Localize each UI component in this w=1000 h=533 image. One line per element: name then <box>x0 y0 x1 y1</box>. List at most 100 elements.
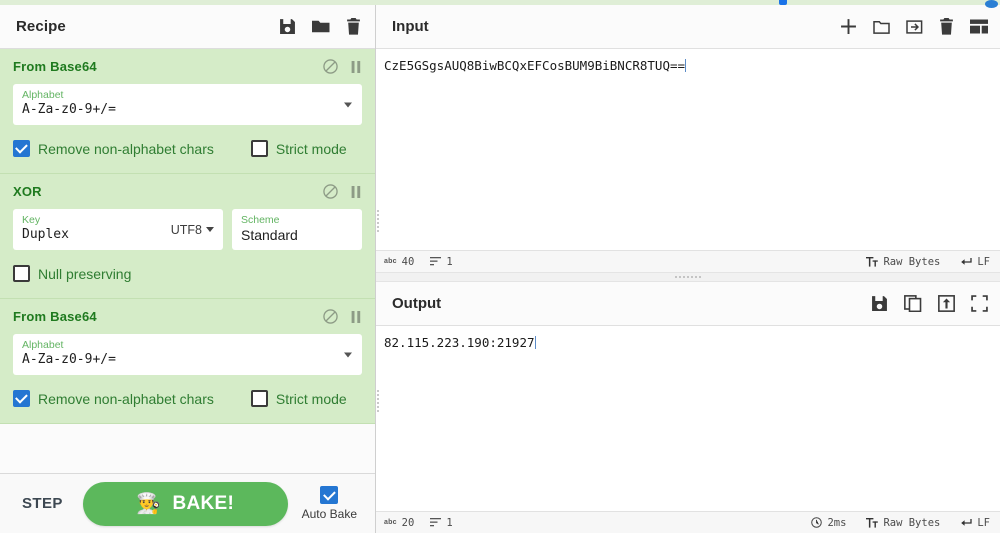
checkbox-label: Remove non-alphabet chars <box>38 140 214 157</box>
alphabet-value: A-Za-z0-9+/= <box>22 102 116 117</box>
input-status-bar: abc 40 1 Raw Bytes LF <box>376 250 1000 272</box>
pause-breakpoint-icon[interactable] <box>350 60 362 74</box>
clear-input-icon[interactable] <box>939 18 954 35</box>
operation-title: From Base64 <box>13 309 97 324</box>
alphabet-label: Alphabet <box>22 89 64 101</box>
output-title-bar: Output <box>376 282 1000 326</box>
partial-blue-marker-left <box>779 0 787 5</box>
chevron-down-icon[interactable] <box>344 102 352 107</box>
operation-controls <box>323 184 362 199</box>
output-line-ending-group[interactable]: LF <box>960 517 990 529</box>
operation-controls <box>323 309 362 324</box>
disable-operation-icon[interactable] <box>323 309 338 324</box>
null-preserving-checkbox[interactable]: Null preserving <box>13 265 131 282</box>
output-encoding-group[interactable]: Raw Bytes <box>866 517 940 529</box>
output-title: Output <box>392 295 442 312</box>
bake-button-label: BAKE! <box>172 492 235 514</box>
step-button[interactable]: STEP <box>16 491 69 516</box>
input-lines-group: 1 <box>430 256 453 268</box>
input-encoding-value: Raw Bytes <box>883 255 941 268</box>
open-folder-icon[interactable] <box>873 19 890 35</box>
input-encoding-group[interactable]: Raw Bytes <box>866 256 940 268</box>
remove-non-alphabet-chars-checkbox[interactable]: Remove non-alphabet chars <box>13 390 214 407</box>
key-encoding-dropdown[interactable]: UTF8 <box>171 223 214 237</box>
open-file-icon[interactable] <box>906 19 923 35</box>
input-line-ending-group[interactable]: LF <box>960 256 990 268</box>
key-encoding-label: UTF8 <box>170 222 202 237</box>
output-lines-group: 1 <box>430 517 453 529</box>
checkbox-checked-icon[interactable] <box>13 390 30 407</box>
recipe-title: Recipe <box>16 18 66 35</box>
add-input-tab-icon[interactable] <box>840 18 857 35</box>
output-status-right: 2ms Raw Bytes LF <box>811 517 990 529</box>
auto-bake-label: Auto Bake <box>301 507 357 521</box>
checkbox-unchecked-icon[interactable] <box>13 265 30 282</box>
input-title: Input <box>392 18 429 35</box>
recipe-operation[interactable]: From Base64 Alphabet A-Za-z0-9+/= Remove… <box>0 49 375 174</box>
io-pane: Input CzE5GSgsAUQ8BiwBCQxEFCosBUM9BiBNCR… <box>376 0 1000 533</box>
input-length-group: abc 40 <box>384 256 414 268</box>
auto-bake-toggle[interactable]: Auto Bake <box>302 486 359 521</box>
input-status-right: Raw Bytes LF <box>866 256 990 268</box>
return-icon <box>961 518 972 526</box>
abc-icon: abc <box>384 519 397 526</box>
clock-icon <box>811 517 823 528</box>
alphabet-select[interactable]: Alphabet A-Za-z0-9+/= <box>13 334 362 375</box>
alphabet-select[interactable]: Alphabet A-Za-z0-9+/= <box>13 84 362 125</box>
top-cutoff-strip <box>0 0 1000 8</box>
clear-recipe-icon[interactable] <box>346 18 361 35</box>
alphabet-value: A-Za-z0-9+/= <box>22 352 116 367</box>
operation-arguments: Key Duplex UTF8 Scheme Standard <box>13 209 362 250</box>
checkbox-unchecked-icon[interactable] <box>250 140 268 157</box>
text-cursor <box>534 336 536 349</box>
font-icon <box>866 256 879 267</box>
alphabet-label: Alphabet <box>22 339 64 351</box>
remove-non-alphabet-chars-checkbox[interactable]: Remove non-alphabet chars <box>13 140 214 157</box>
xor-scheme-select[interactable]: Scheme Standard <box>232 209 362 250</box>
input-title-icons <box>840 18 988 35</box>
recipe-operation-list: From Base64 Alphabet A-Za-z0-9+/= Remove… <box>0 49 375 473</box>
output-status-left: abc 20 1 <box>384 517 453 529</box>
checkbox-unchecked-icon[interactable] <box>250 390 268 407</box>
replace-input-icon[interactable] <box>938 295 955 312</box>
operation-checkboxes: Null preserving <box>13 265 362 282</box>
input-text: CzE5GSgsAUQ8BiwBCQxEFCosBUM9BiBNCR8TUQ== <box>384 58 686 73</box>
recipe-operation[interactable]: From Base64 Alphabet A-Za-z0-9+/= Remove… <box>0 299 375 424</box>
strict-mode-checkbox[interactable]: Strict mode <box>250 140 347 157</box>
maximise-output-icon[interactable] <box>971 295 988 312</box>
bake-button[interactable]: 👨‍🍳 BAKE! <box>82 481 288 526</box>
strict-mode-checkbox[interactable]: Strict mode <box>250 390 347 407</box>
vertical-splitter-grip-upper[interactable] <box>377 210 379 232</box>
reset-pane-layout-icon[interactable] <box>970 19 988 34</box>
save-recipe-icon[interactable] <box>279 18 296 35</box>
chevron-down-icon[interactable] <box>344 352 352 357</box>
checkbox-label: Null preserving <box>38 265 132 282</box>
operation-header: From Base64 <box>13 59 362 74</box>
checkbox-label: Strict mode <box>275 140 347 157</box>
vertical-splitter-grip-lower[interactable] <box>377 390 379 412</box>
output-editor[interactable]: 82.115.223.190:21927 <box>376 326 1000 511</box>
operation-checkboxes: Remove non-alphabet chars Strict mode <box>13 390 362 407</box>
chef-icon: 👨‍🍳 <box>136 492 162 515</box>
disable-operation-icon[interactable] <box>323 184 338 199</box>
input-status-left: abc 40 1 <box>384 256 453 268</box>
recipe-pane: Recipe From Base64 Alphabet A-Za-z0-9+/=… <box>0 0 376 533</box>
disable-operation-icon[interactable] <box>323 59 338 74</box>
return-icon <box>961 257 972 265</box>
output-line-ending-value: LF <box>977 516 990 529</box>
scheme-value: Standard <box>241 227 298 243</box>
checkbox-checked-icon[interactable] <box>13 140 30 157</box>
operation-header: XOR <box>13 184 362 199</box>
load-recipe-icon[interactable] <box>312 18 330 35</box>
input-title-bar: Input <box>376 5 1000 49</box>
save-output-icon[interactable] <box>871 295 888 312</box>
input-length-value: 40 <box>401 255 415 268</box>
pause-breakpoint-icon[interactable] <box>350 185 362 199</box>
io-splitter[interactable] <box>376 272 1000 282</box>
input-editor[interactable]: CzE5GSgsAUQ8BiwBCQxEFCosBUM9BiBNCR8TUQ== <box>376 49 1000 250</box>
checkbox-checked-icon[interactable] <box>320 486 339 504</box>
xor-key-input[interactable]: Key Duplex UTF8 <box>13 209 223 250</box>
pause-breakpoint-icon[interactable] <box>350 310 362 324</box>
copy-output-icon[interactable] <box>904 295 922 312</box>
recipe-operation[interactable]: XOR Key Duplex UTF8 Scheme Standard Null… <box>0 174 375 299</box>
